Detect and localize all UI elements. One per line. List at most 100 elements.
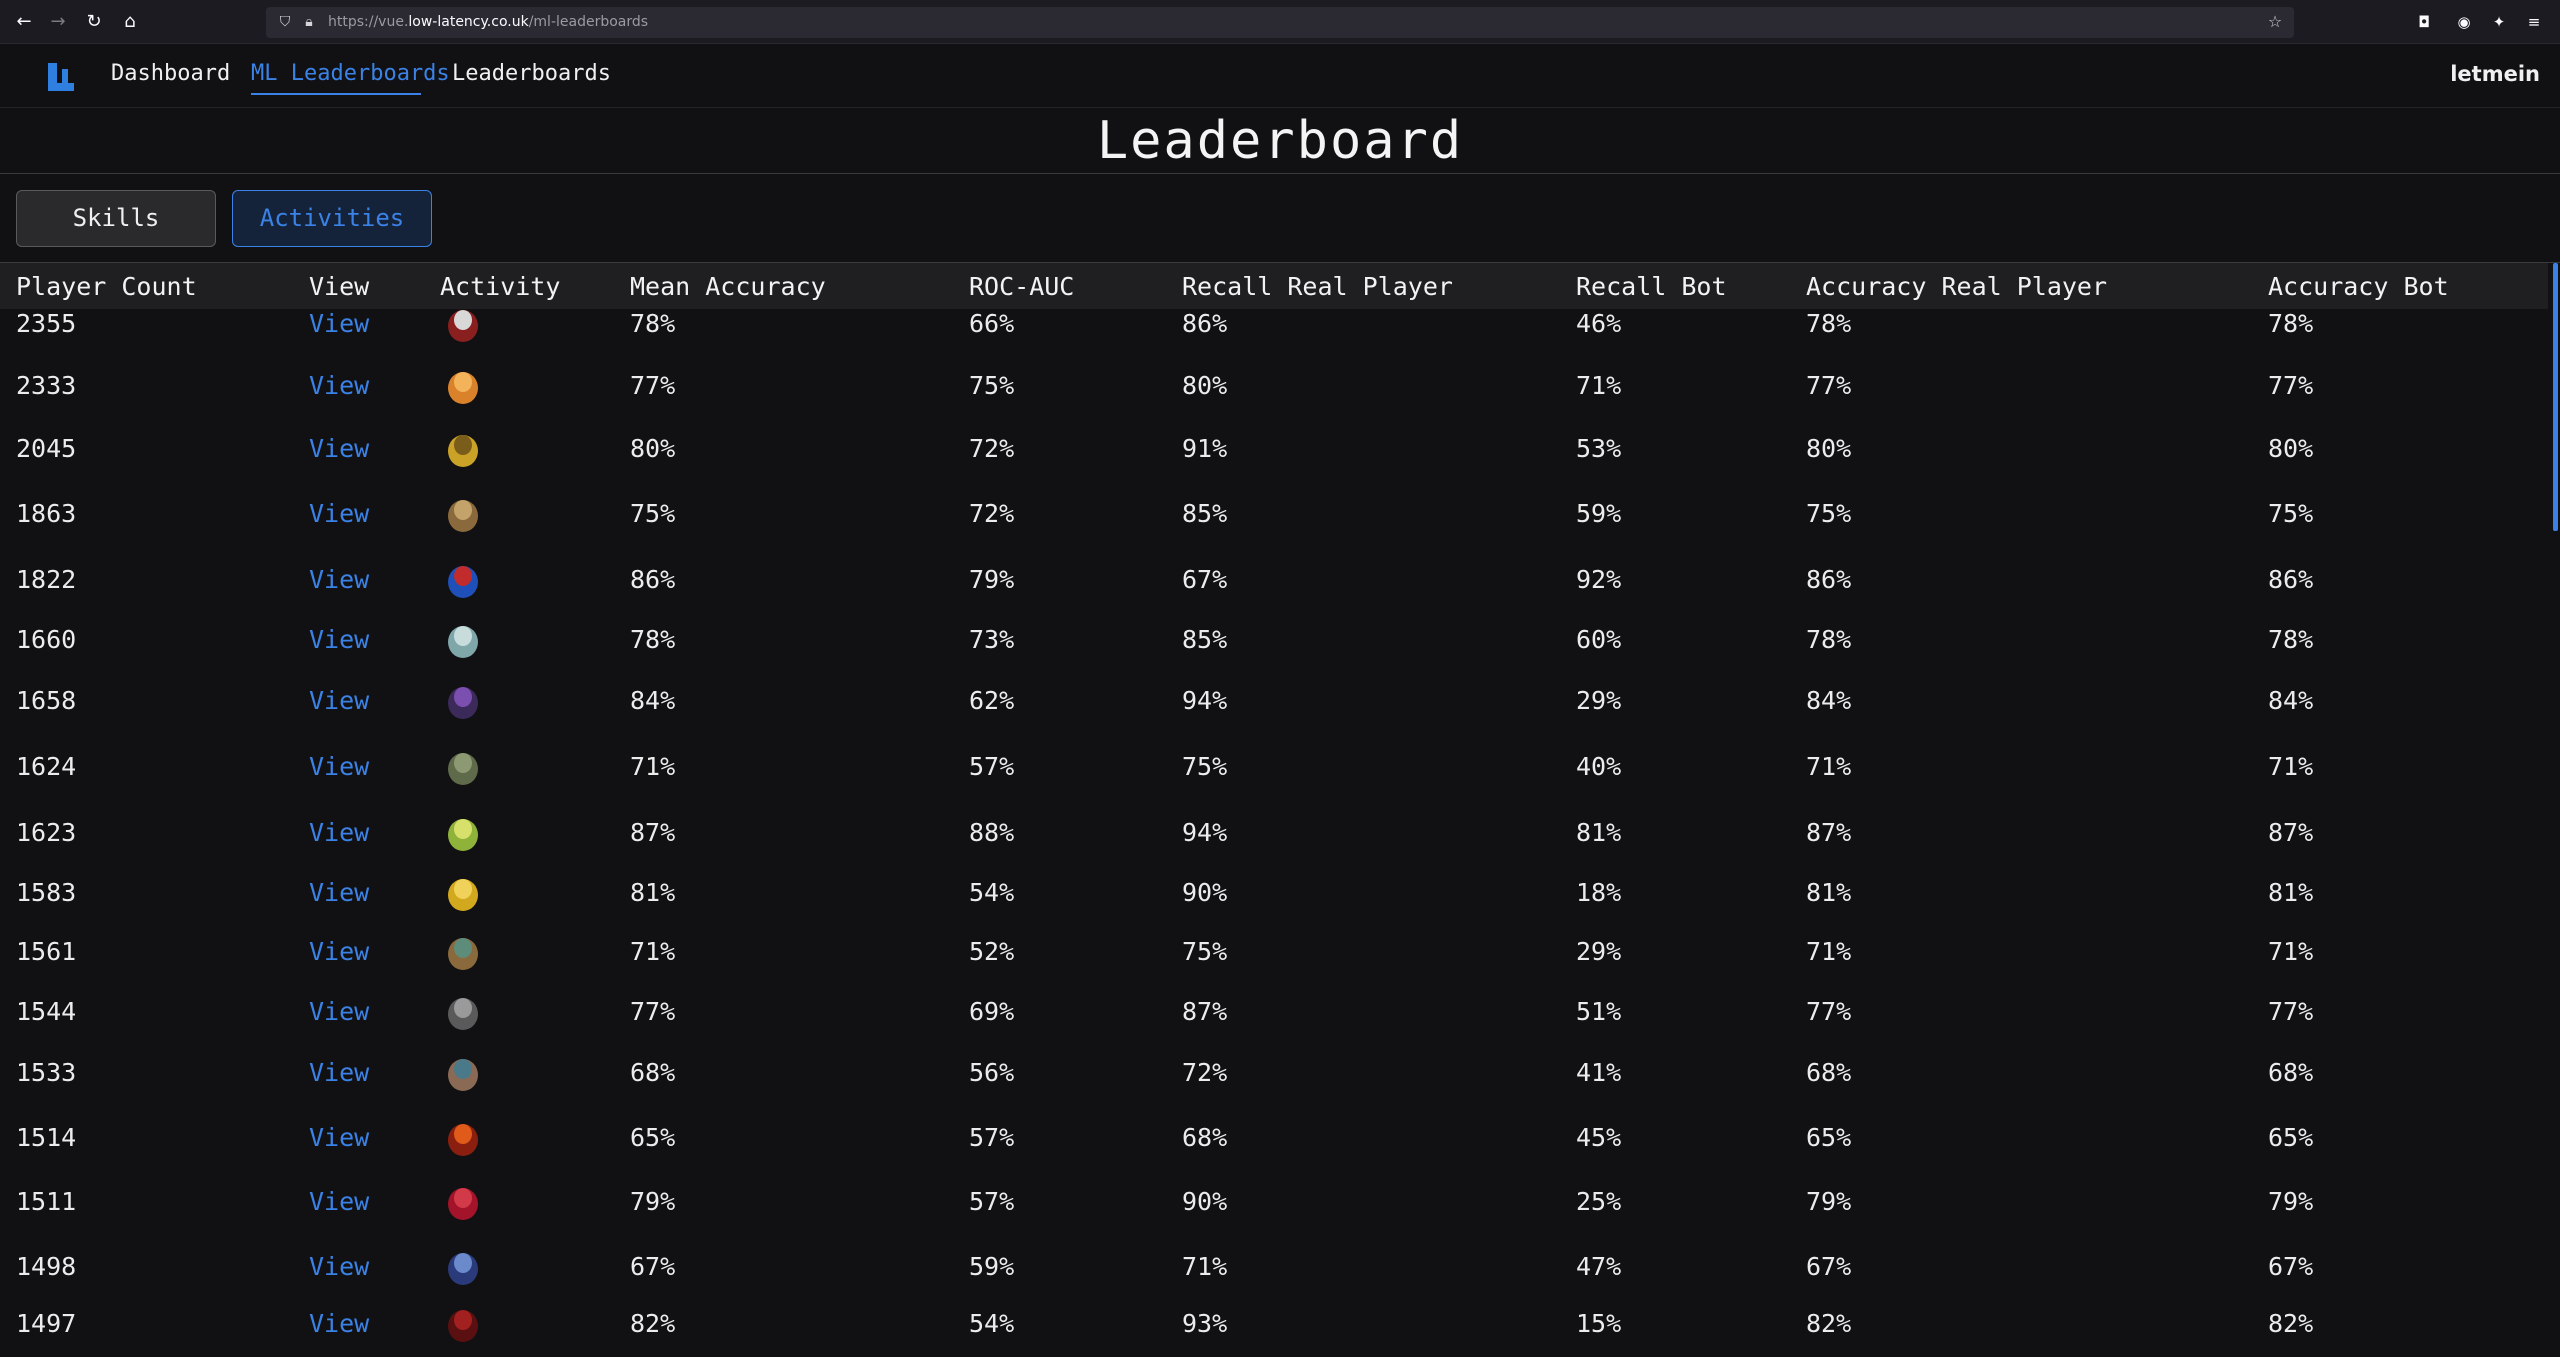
shield-icon[interactable]: ⛉: [274, 11, 296, 33]
standing-figure-icon: [440, 1049, 486, 1095]
cell-recall-bot: 41%: [1576, 1058, 1622, 1087]
skills-toggle-button[interactable]: Skills: [16, 190, 216, 247]
cell-mean-accuracy: 67%: [630, 1252, 676, 1281]
url-bar[interactable]: ⛉ 🔒︎ https://vue.low-latency.co.uk/ml-le…: [266, 7, 2294, 38]
cell-accuracy-bot: 75%: [2268, 499, 2314, 528]
purple-demon-icon: [440, 677, 486, 723]
view-link[interactable]: View: [309, 818, 369, 847]
table-row: 2045 80% 72% 91% 53% 80% 80% View: [0, 418, 2548, 478]
cell-accuracy-bot: 71%: [2268, 752, 2314, 781]
user-menu[interactable]: letmein: [2450, 62, 2540, 86]
scrollbar-thumb[interactable]: [2553, 263, 2558, 531]
view-link[interactable]: View: [309, 1309, 369, 1338]
gold-axe-icon: [440, 425, 486, 471]
cell-recall-real-player: 87%: [1182, 997, 1228, 1026]
nav-leaderboards[interactable]: Leaderboards: [452, 61, 611, 86]
treasure-chest-icon: [440, 928, 486, 974]
url-text[interactable]: https://vue.low-latency.co.uk/ml-leaderb…: [328, 14, 648, 30]
table-row: 1623 87% 88% 94% 81% 87% 87% View: [0, 802, 2548, 862]
view-link[interactable]: View: [309, 937, 369, 966]
cell-mean-accuracy: 81%: [630, 878, 676, 907]
back-icon[interactable]: ←: [12, 10, 36, 34]
view-link[interactable]: View: [309, 371, 369, 400]
cell-player-count: 1498: [16, 1252, 77, 1281]
cell-accuracy-bot: 81%: [2268, 878, 2314, 907]
activities-toggle-button[interactable]: Activities: [232, 190, 432, 247]
url-path: /ml-leaderboards: [528, 14, 649, 30]
lock-icon[interactable]: 🔒︎: [298, 11, 320, 33]
cell-accuracy-bot: 82%: [2268, 1309, 2314, 1338]
cell-player-count: 1497: [16, 1309, 77, 1338]
extensions-icon[interactable]: ✦: [2487, 10, 2511, 34]
nav-dashboard[interactable]: Dashboard: [111, 61, 230, 86]
cell-recall-bot: 29%: [1576, 686, 1622, 715]
view-link[interactable]: View: [309, 309, 369, 338]
table-row: 1497 82% 54% 93% 15% 82% 82% View: [0, 1293, 2548, 1353]
cell-roc-auc: 73%: [969, 625, 1015, 654]
cell-player-count: 2045: [16, 434, 77, 463]
cell-player-count: 1863: [16, 499, 77, 528]
view-link[interactable]: View: [309, 1252, 369, 1281]
view-link[interactable]: View: [309, 686, 369, 715]
account-icon[interactable]: ◉: [2452, 10, 2476, 34]
cell-player-count: 1511: [16, 1187, 77, 1216]
view-link[interactable]: View: [309, 625, 369, 654]
cell-roc-auc: 62%: [969, 686, 1015, 715]
cell-recall-bot: 53%: [1576, 434, 1622, 463]
table-row: 1561 71% 52% 75% 29% 71% 71% View: [0, 921, 2548, 981]
cell-accuracy-real-player: 71%: [1806, 937, 1852, 966]
table-row: 1514 65% 57% 68% 45% 65% 65% View: [0, 1107, 2548, 1167]
cell-recall-real-player: 75%: [1182, 752, 1228, 781]
cell-accuracy-real-player: 82%: [1806, 1309, 1852, 1338]
cell-roc-auc: 52%: [969, 937, 1015, 966]
cell-roc-auc: 59%: [969, 1252, 1015, 1281]
menu-icon[interactable]: ≡: [2522, 10, 2546, 34]
grey-bear-icon: [440, 988, 486, 1034]
cell-player-count: 1514: [16, 1123, 77, 1152]
cell-recall-bot: 45%: [1576, 1123, 1622, 1152]
cell-recall-bot: 81%: [1576, 818, 1622, 847]
cell-accuracy-bot: 65%: [2268, 1123, 2314, 1152]
nav-ml-leaderboards[interactable]: ML Leaderboards: [251, 61, 450, 86]
view-link[interactable]: View: [309, 1123, 369, 1152]
view-link[interactable]: View: [309, 499, 369, 528]
reload-icon[interactable]: ↻: [82, 10, 106, 34]
cell-accuracy-real-player: 65%: [1806, 1123, 1852, 1152]
view-link[interactable]: View: [309, 1187, 369, 1216]
cell-mean-accuracy: 77%: [630, 997, 676, 1026]
cell-recall-bot: 40%: [1576, 752, 1622, 781]
home-icon[interactable]: ⌂: [118, 10, 142, 34]
cell-mean-accuracy: 80%: [630, 434, 676, 463]
site-logo-icon[interactable]: [48, 63, 74, 91]
view-link[interactable]: View: [309, 997, 369, 1026]
view-link[interactable]: View: [309, 878, 369, 907]
url-prefix: https://vue.: [328, 14, 409, 30]
cell-roc-auc: 54%: [969, 878, 1015, 907]
view-link[interactable]: View: [309, 434, 369, 463]
pocket-icon[interactable]: ◘: [2412, 10, 2436, 34]
cell-recall-real-player: 67%: [1182, 565, 1228, 594]
cell-accuracy-bot: 78%: [2268, 625, 2314, 654]
dark-red-creature-icon: [440, 1300, 486, 1346]
cell-mean-accuracy: 71%: [630, 937, 676, 966]
leaderboard-table: Player Count View Activity Mean Accuracy…: [0, 262, 2560, 1357]
scrollbar[interactable]: [2548, 263, 2560, 1357]
view-link[interactable]: View: [309, 752, 369, 781]
table-row: 2355 78% 66% 86% 46% 78% 78% View: [0, 293, 2548, 353]
forward-icon[interactable]: →: [46, 10, 70, 34]
ghost-blob-icon: [440, 616, 486, 662]
cell-recall-real-player: 75%: [1182, 937, 1228, 966]
cell-roc-auc: 57%: [969, 1123, 1015, 1152]
cell-mean-accuracy: 65%: [630, 1123, 676, 1152]
cell-roc-auc: 57%: [969, 752, 1015, 781]
view-link[interactable]: View: [309, 565, 369, 594]
skull-emblem-icon: [440, 300, 486, 346]
cell-accuracy-bot: 79%: [2268, 1187, 2314, 1216]
cell-player-count: 1660: [16, 625, 77, 654]
active-nav-indicator: [251, 93, 421, 95]
cell-player-count: 1658: [16, 686, 77, 715]
bookmark-star-icon[interactable]: ☆: [2264, 11, 2286, 33]
cell-recall-real-player: 94%: [1182, 686, 1228, 715]
red-blue-shield-icon: [440, 556, 486, 602]
view-link[interactable]: View: [309, 1058, 369, 1087]
